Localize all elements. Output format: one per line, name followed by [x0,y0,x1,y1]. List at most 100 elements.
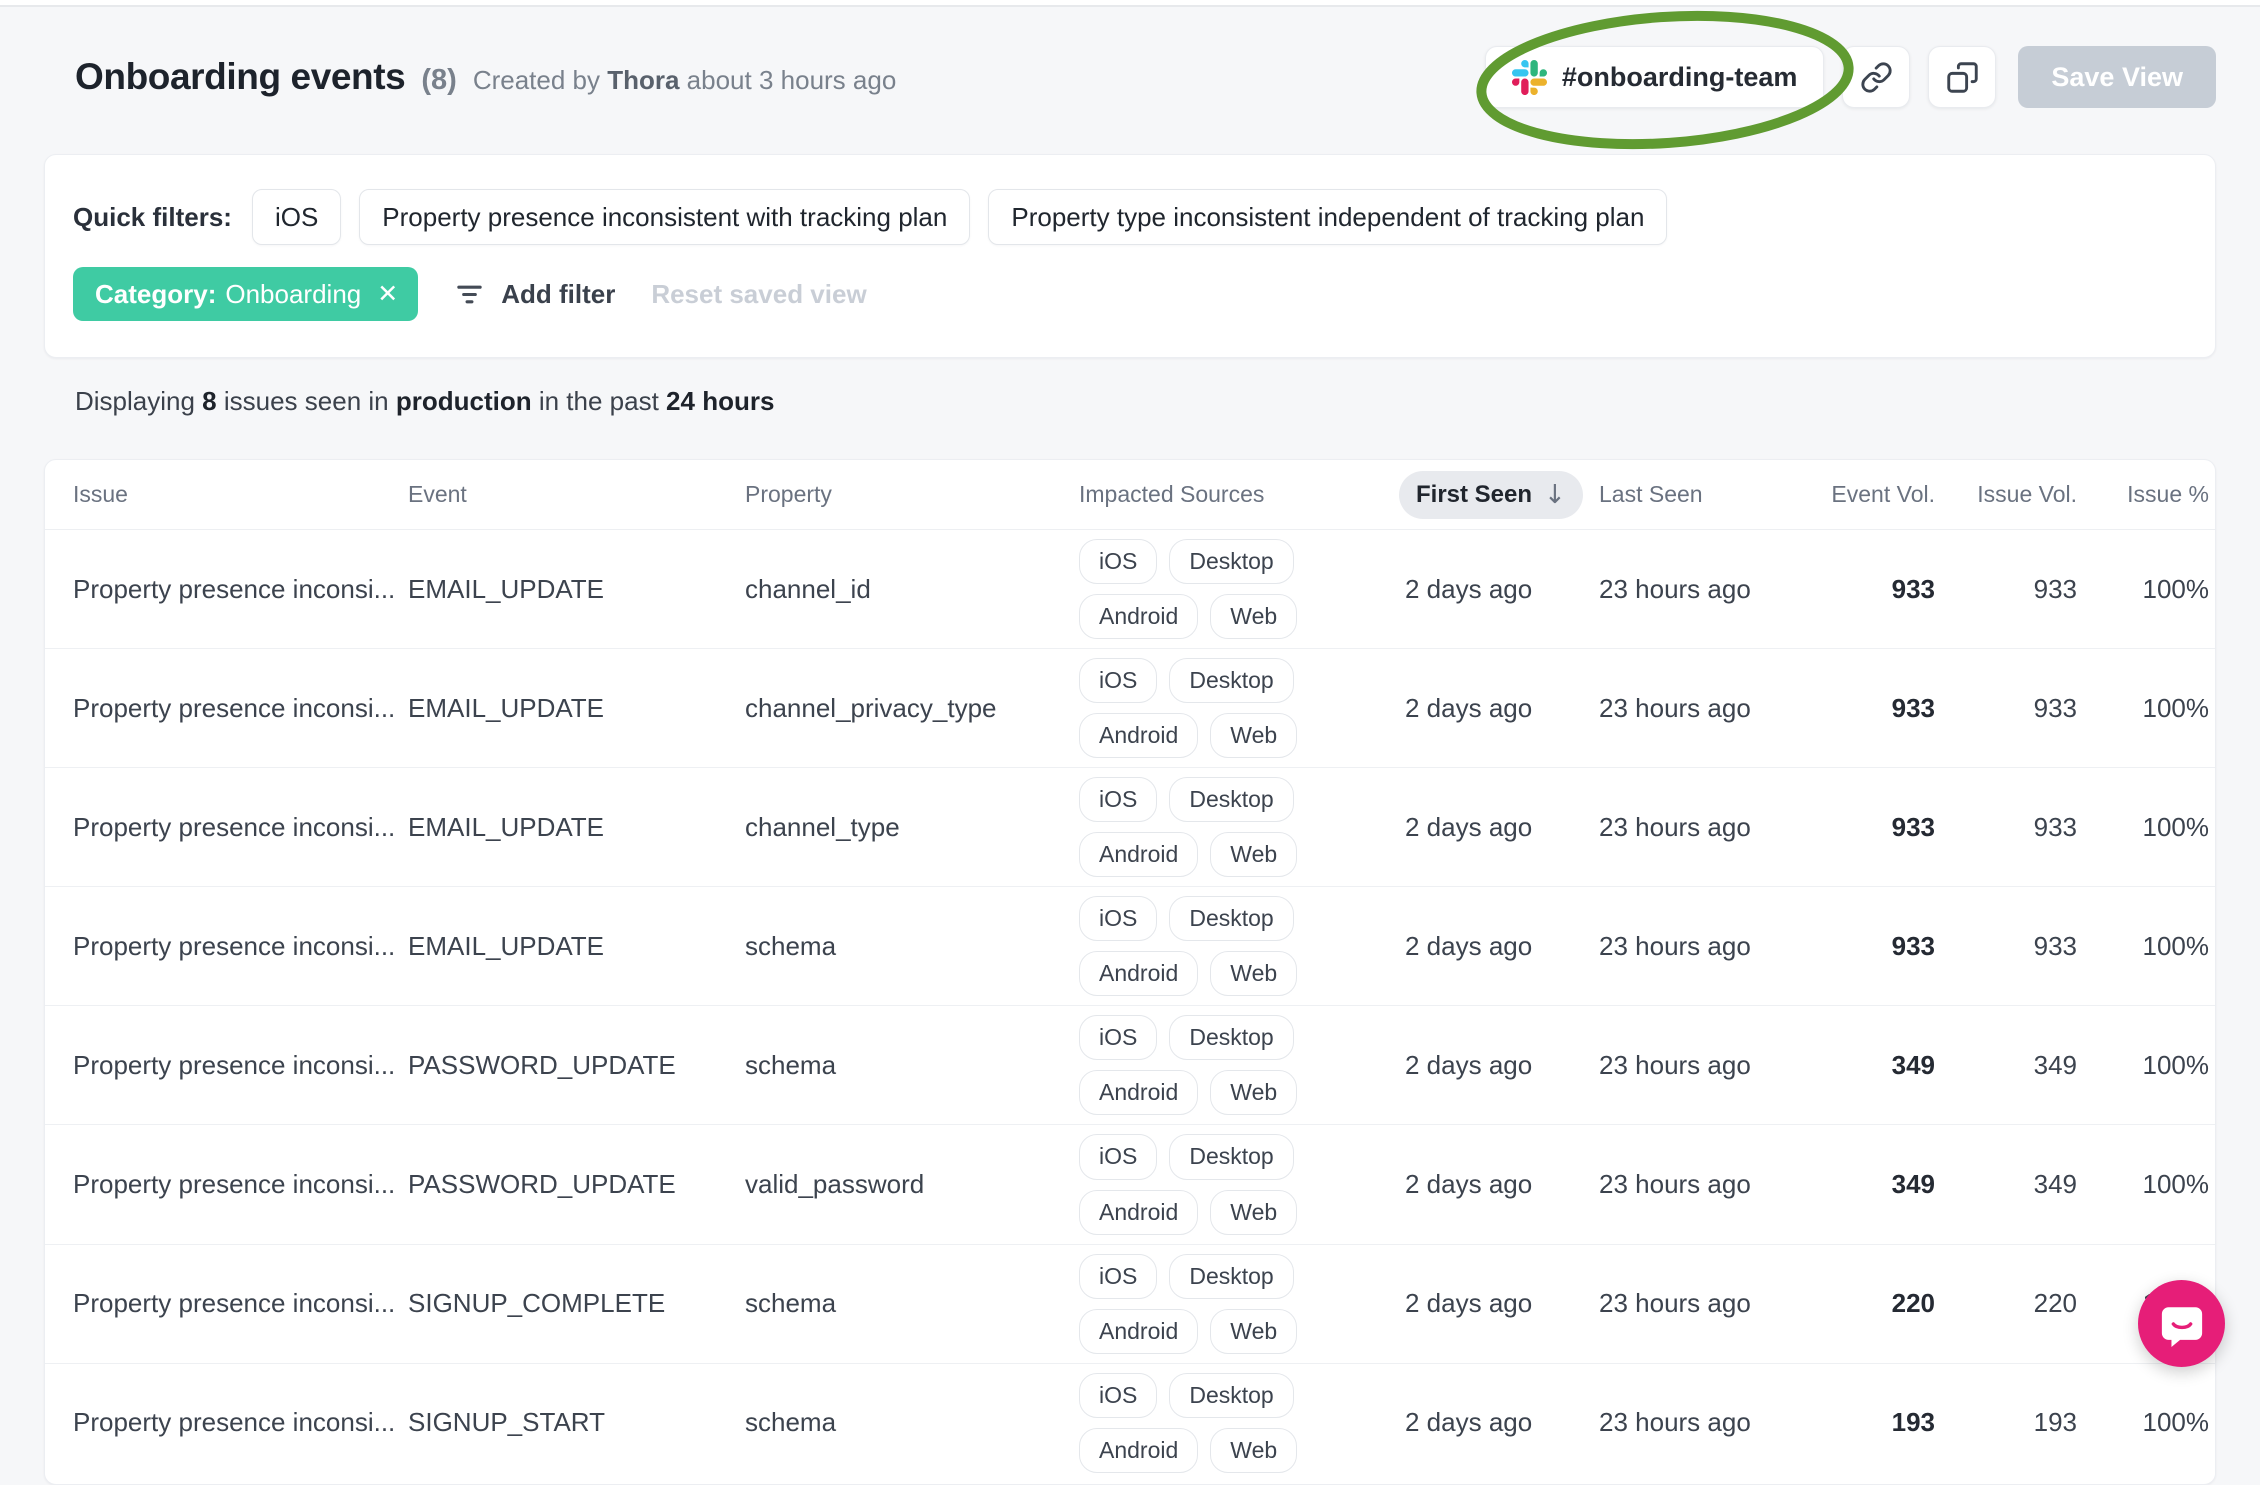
column-header-last-seen[interactable]: Last Seen [1599,481,1829,508]
first-seen-cell: 2 days ago [1405,930,1533,961]
copy-link-button[interactable] [1842,46,1911,108]
property-cell: schema [745,930,837,961]
column-header-issue-vol[interactable]: Issue Vol. [1935,481,2077,508]
event-vol-cell: 349 [1891,1049,1935,1080]
add-filter-label: Add filter [501,278,616,309]
last-seen-cell: 23 hours ago [1599,811,1751,842]
issue-cell: Property presence inconsi... [73,692,396,723]
column-header-first-seen[interactable]: First Seen ↓ [1399,470,1599,519]
property-cell: schema [745,1049,837,1080]
source-chip: iOS [1079,1015,1158,1061]
event-cell: EMAIL_UPDATE [408,692,605,723]
source-chip: Desktop [1169,777,1294,823]
event-vol-cell: 933 [1891,573,1935,604]
issue-pct-cell: 100% [2142,1049,2210,1080]
source-chip: Web [1210,832,1298,878]
column-header-property[interactable]: Property [745,481,1079,508]
summary-range: 24 hours [666,386,775,416]
issues-table: Issue Event Property Impacted Sources Fi… [44,459,2216,1485]
event-vol-cell: 349 [1891,1169,1935,1200]
table-header: Issue Event Property Impacted Sources Fi… [45,460,2215,530]
table-row[interactable]: Property presence inconsi... PASSWORD_UP… [45,1006,2215,1126]
column-header-issue-pct[interactable]: Issue % [2077,481,2209,508]
event-cell: SIGNUP_START [408,1407,605,1438]
chat-bubble-icon [2159,1301,2205,1347]
issue-vol-cell: 933 [2033,573,2077,604]
quick-filter-property-type[interactable]: Property type inconsistent independent o… [988,189,1668,245]
issue-pct-cell: 100% [2142,1407,2210,1438]
source-chip: Android [1079,1070,1199,1116]
source-chip: Android [1079,1427,1199,1473]
event-cell: PASSWORD_UPDATE [408,1049,676,1080]
event-vol-cell: 933 [1891,930,1935,961]
table-row[interactable]: Property presence inconsi... SIGNUP_COMP… [45,1244,2215,1364]
issue-vol-cell: 933 [2033,692,2077,723]
slack-channel-label: #onboarding-team [1561,61,1798,92]
save-view-button[interactable]: Save View [2018,46,2216,108]
source-chip: Android [1079,713,1199,759]
link-icon [1860,61,1893,94]
source-chip: Android [1079,594,1199,640]
first-seen-label: First Seen [1416,480,1533,508]
column-header-impacted-sources[interactable]: Impacted Sources [1079,481,1405,508]
impacted-sources-cell: iOS Desktop Android Web [1079,768,1384,886]
issue-cell: Property presence inconsi... [73,573,396,604]
issue-vol-cell: 220 [2033,1288,2077,1319]
remove-filter-icon[interactable]: ✕ [377,279,398,309]
issue-pct-cell: 100% [2142,811,2210,842]
table-row[interactable]: Property presence inconsi... EMAIL_UPDAT… [45,649,2215,769]
issue-vol-cell: 349 [2033,1049,2077,1080]
reset-saved-view-button[interactable]: Reset saved view [651,279,866,310]
sort-pill[interactable]: First Seen ↓ [1399,470,1583,519]
event-cell: EMAIL_UPDATE [408,930,605,961]
table-body: Property presence inconsi... EMAIL_UPDAT… [45,530,2215,1482]
event-cell: PASSWORD_UPDATE [408,1169,676,1200]
source-chip: Android [1079,951,1199,997]
created-by-text: Created by Thora about 3 hours ago [472,65,897,95]
last-seen-cell: 23 hours ago [1599,930,1751,961]
header-actions: #onboarding-team Save View [1476,10,2216,150]
property-cell: schema [745,1407,837,1438]
copy-icon [1946,61,1979,94]
source-chip: Desktop [1169,539,1294,585]
summary-env: production [395,386,532,416]
column-header-event[interactable]: Event [408,481,745,508]
duplicate-view-button[interactable] [1928,46,1997,108]
quick-filters-label: Quick filters: [73,201,232,232]
quick-filter-ios[interactable]: iOS [251,189,342,245]
property-cell: channel_id [745,573,871,604]
source-chip: iOS [1079,1134,1158,1180]
source-chip: Web [1210,951,1298,997]
column-header-event-vol[interactable]: Event Vol. [1829,481,1935,508]
active-filter-chip-category[interactable]: Category: Onboarding ✕ [73,267,419,321]
filter-key-label: Category: [95,278,217,309]
last-seen-cell: 23 hours ago [1599,1169,1751,1200]
table-row[interactable]: Property presence inconsi... EMAIL_UPDAT… [45,768,2215,888]
source-chip: Web [1210,594,1298,640]
source-chip: Desktop [1169,1134,1294,1180]
impacted-sources-cell: iOS Desktop Android Web [1079,649,1384,767]
source-chip: iOS [1079,1372,1158,1418]
source-chip: Desktop [1169,658,1294,704]
last-seen-cell: 23 hours ago [1599,573,1751,604]
first-seen-cell: 2 days ago [1405,692,1533,723]
filter-value-label: Onboarding [225,278,362,309]
quick-filter-property-presence[interactable]: Property presence inconsistent with trac… [359,189,971,245]
table-row[interactable]: Property presence inconsi... EMAIL_UPDAT… [45,887,2215,1007]
source-chip: Web [1210,1308,1298,1354]
table-row[interactable]: Property presence inconsi... PASSWORD_UP… [45,1125,2215,1245]
source-chip: iOS [1079,1253,1158,1299]
table-row[interactable]: Property presence inconsi... EMAIL_UPDAT… [45,530,2215,650]
issue-cell: Property presence inconsi... [73,1049,396,1080]
source-chip: iOS [1079,777,1158,823]
chat-launcher-button[interactable] [2138,1280,2225,1367]
table-row[interactable]: Property presence inconsi... SIGNUP_STAR… [45,1363,2215,1482]
impacted-sources-cell: iOS Desktop Android Web [1079,887,1384,1005]
slack-channel-button[interactable]: #onboarding-team [1484,46,1825,108]
add-filter-button[interactable]: Add filter [454,279,615,310]
impacted-sources-cell: iOS Desktop Android Web [1079,530,1384,648]
first-seen-cell: 2 days ago [1405,1169,1533,1200]
last-seen-cell: 23 hours ago [1599,692,1751,723]
column-header-issue[interactable]: Issue [73,481,408,508]
source-chip: Web [1210,713,1298,759]
